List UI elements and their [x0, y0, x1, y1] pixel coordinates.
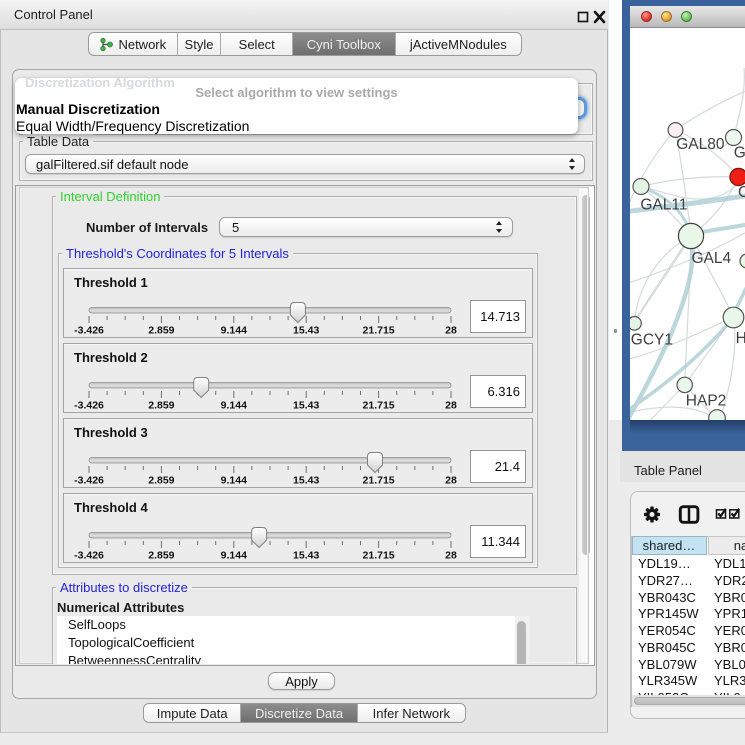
- svg-text:21.715: 21.715: [363, 324, 395, 336]
- svg-text:GCY1: GCY1: [631, 332, 673, 349]
- svg-text:2.859: 2.859: [148, 324, 174, 336]
- svg-text:-3.426: -3.426: [74, 399, 104, 411]
- svg-text:28: 28: [445, 324, 457, 336]
- svg-text:GAL80: GAL80: [676, 136, 725, 153]
- svg-text:15.43: 15.43: [293, 324, 319, 336]
- svg-text:28: 28: [445, 549, 457, 561]
- svg-text:2.859: 2.859: [148, 474, 174, 486]
- svg-text:15.43: 15.43: [293, 474, 319, 486]
- svg-text:CD: CD: [738, 184, 745, 201]
- svg-text:9.144: 9.144: [221, 399, 247, 411]
- svg-text:2.859: 2.859: [148, 549, 174, 561]
- svg-text:GA: GA: [734, 145, 745, 162]
- svg-text:9.144: 9.144: [221, 549, 247, 561]
- svg-text:GAL4: GAL4: [692, 250, 732, 267]
- svg-text:21.715: 21.715: [363, 549, 395, 561]
- svg-text:-3.426: -3.426: [74, 549, 104, 561]
- svg-text:9.144: 9.144: [221, 474, 247, 486]
- svg-text:-3.426: -3.426: [74, 324, 104, 336]
- svg-text:21.715: 21.715: [363, 474, 395, 486]
- svg-text:21.715: 21.715: [363, 399, 395, 411]
- svg-text:15.43: 15.43: [293, 549, 319, 561]
- svg-text:H: H: [736, 330, 745, 347]
- svg-text:9.144: 9.144: [221, 324, 247, 336]
- svg-text:15.43: 15.43: [293, 399, 319, 411]
- svg-text:2.859: 2.859: [148, 399, 174, 411]
- svg-text:28: 28: [445, 399, 457, 411]
- svg-text:-3.426: -3.426: [74, 474, 104, 486]
- svg-text:HAP2: HAP2: [686, 393, 727, 410]
- svg-text:GAL11: GAL11: [640, 197, 687, 214]
- svg-text:28: 28: [445, 474, 457, 486]
